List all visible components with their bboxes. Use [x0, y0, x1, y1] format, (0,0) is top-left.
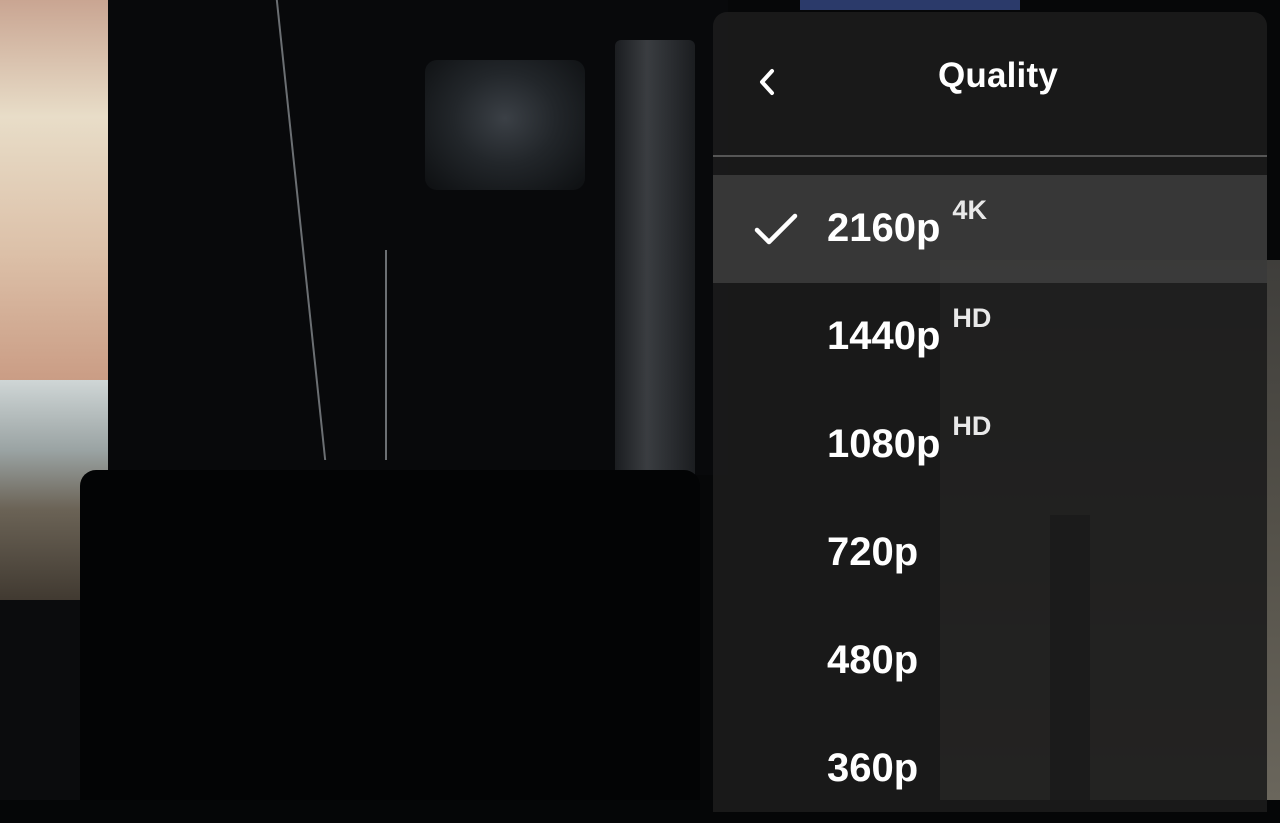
quality-option-1080p[interactable]: 1080p HD — [713, 391, 1267, 499]
header-divider — [713, 155, 1267, 157]
quality-option-1440p[interactable]: 1440p HD — [713, 283, 1267, 391]
quality-option-label: 1440p HD — [827, 303, 991, 363]
quality-option-label: 2160p 4K — [827, 195, 987, 255]
quality-menu-header: Quality — [713, 12, 1267, 155]
quality-option-label: 720p — [827, 529, 918, 575]
quality-option-2160p[interactable]: 2160p 4K — [713, 175, 1267, 283]
video-background-arm — [615, 40, 695, 520]
quality-value: 1080p — [827, 422, 941, 466]
quality-option-360p[interactable]: 360p — [713, 715, 1267, 823]
quality-options-list: 2160p 4K 1440p HD 1080p HD 720p 480p 360p — [713, 175, 1267, 823]
quality-badge: HD — [952, 411, 992, 441]
quality-value: 480p — [827, 638, 919, 682]
video-background-cable — [385, 250, 387, 460]
quality-option-label: 480p — [827, 637, 918, 683]
quality-value: 360p — [827, 746, 919, 790]
quality-option-720p[interactable]: 720p — [713, 499, 1267, 607]
quality-option-480p[interactable]: 480p — [713, 607, 1267, 715]
quality-option-label: 1080p HD — [827, 411, 991, 471]
video-background-wall — [0, 0, 112, 390]
video-background-light — [800, 0, 1020, 10]
checkmark-icon — [754, 213, 798, 245]
quality-menu-panel: Quality 2160p 4K 1440p HD 1080p HD 720p 480… — [713, 12, 1267, 812]
quality-value: 720p — [827, 530, 919, 574]
quality-value: 2160p — [827, 206, 941, 250]
video-background-camera — [425, 60, 585, 190]
quality-menu-title: Quality — [937, 56, 1059, 95]
quality-value: 1440p — [827, 314, 941, 358]
quality-badge: 4K — [952, 195, 987, 225]
video-background-desk — [0, 600, 90, 800]
quality-badge: HD — [952, 303, 992, 333]
quality-option-label: 360p — [827, 745, 918, 791]
video-background-stand — [80, 470, 700, 800]
